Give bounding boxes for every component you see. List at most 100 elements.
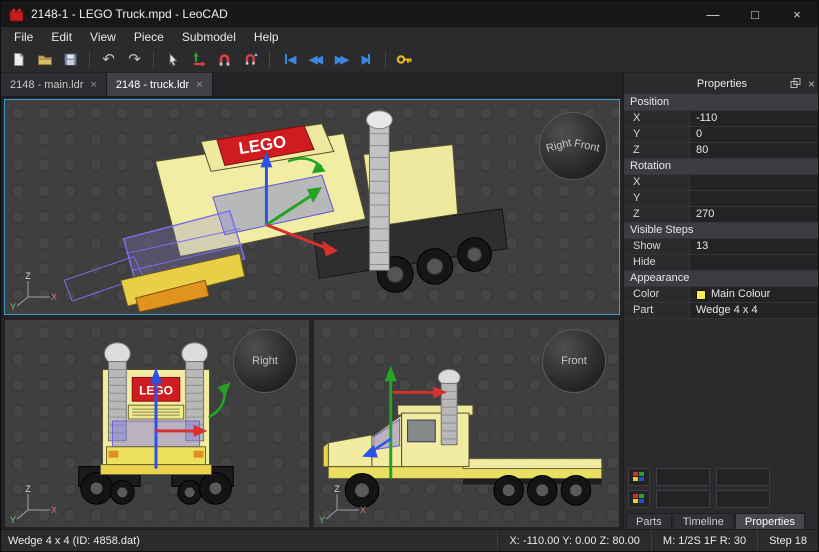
maximize-button[interactable]: □ (734, 1, 776, 27)
previous-step-button[interactable]: ◀◀ (302, 48, 327, 71)
prop-label: Y (624, 191, 690, 206)
quick-buttons-row (624, 488, 819, 510)
axis-y-label: Y (10, 515, 16, 524)
show-step-field[interactable]: 13 (690, 239, 819, 254)
view-cube-bottom-left[interactable]: Right (233, 329, 297, 393)
quick-button[interactable] (716, 468, 770, 486)
close-panel-icon[interactable]: × (808, 77, 815, 91)
position-y-field[interactable]: 0 (690, 127, 819, 142)
leocad-app-icon (9, 7, 24, 22)
rotation-y-field[interactable] (690, 191, 819, 206)
menu-view[interactable]: View (81, 29, 125, 45)
position-z-field[interactable]: 80 (690, 143, 819, 158)
prop-value: Main Colour (711, 287, 770, 302)
undock-panel-icon[interactable] (790, 78, 801, 89)
viewport-bottom-right[interactable]: Front Z X Y (313, 319, 620, 528)
status-step: Step 18 (757, 530, 818, 551)
property-row: Part Wedge 4 x 4 (624, 303, 819, 319)
properties-panel-header: Properties × (624, 73, 819, 94)
first-step-button[interactable]: ◀ (276, 48, 301, 71)
move-snap-icon (191, 52, 206, 67)
next-step-button[interactable]: ▶▶ (328, 48, 353, 71)
menu-piece[interactable]: Piece (125, 29, 173, 45)
step-last-icon: ▶ (362, 53, 367, 66)
select-tool-button[interactable] (160, 48, 185, 71)
color-field[interactable]: Main Colour (690, 287, 819, 302)
axis-indicator: Z X Y (10, 484, 58, 524)
color-swatch (696, 290, 706, 300)
axis-z-label: Z (25, 484, 31, 494)
lock-key-button[interactable] (392, 48, 417, 71)
prop-label: Z (624, 143, 690, 158)
viewport-bottom-left[interactable]: LEGO Right Z (4, 319, 310, 528)
tab-close-icon[interactable]: × (196, 79, 202, 91)
step-first-icon: ◀ (288, 53, 293, 66)
color-palette-button[interactable] (628, 468, 650, 486)
quick-button[interactable] (656, 468, 710, 486)
rotation-z-field[interactable]: 270 (690, 207, 819, 222)
view-cube-bottom-right[interactable]: Front (542, 329, 606, 393)
tab-truck-ldr[interactable]: 2148 - truck.ldr × (107, 73, 213, 96)
rotation-snap-button[interactable] (238, 48, 263, 71)
prop-value: -110 (696, 111, 717, 126)
toolbar-separator (153, 51, 154, 68)
property-row: Z 270 (624, 207, 819, 223)
view-cube-main[interactable]: Right Front (539, 112, 607, 180)
magnet-rotation-icon (243, 52, 258, 67)
hide-step-field[interactable] (690, 255, 819, 270)
new-file-icon (11, 52, 26, 67)
quick-button[interactable] (716, 490, 770, 508)
toolbar-separator (89, 51, 90, 68)
statusbar: Wedge 4 x 4 (ID: 4858.dat) X: -110.00 Y:… (1, 529, 818, 551)
open-file-button[interactable] (32, 48, 57, 71)
last-step-button[interactable]: ▶ (354, 48, 379, 71)
section-position: Position (624, 95, 819, 111)
menu-help[interactable]: Help (245, 29, 288, 45)
prop-value: 80 (696, 143, 708, 158)
tab-label: 2148 - truck.ldr (116, 79, 189, 91)
prop-value: 13 (696, 239, 708, 254)
rotation-x-field[interactable] (690, 175, 819, 190)
panel-title: Properties (697, 78, 747, 90)
axis-indicator: Z X Y (10, 271, 58, 311)
palette-icon (633, 494, 645, 504)
axis-y-label: Y (10, 302, 16, 311)
menu-file[interactable]: File (5, 29, 42, 45)
properties-table: Position X -110 Y 0 Z 80 Rotation X Y (624, 94, 819, 319)
tab-main-ldr[interactable]: 2148 - main.ldr × (1, 73, 107, 96)
save-file-button[interactable] (58, 48, 83, 71)
axis-x-label: X (360, 505, 366, 515)
document-tabbar: 2148 - main.ldr × 2148 - truck.ldr × (1, 73, 623, 97)
close-button[interactable]: × (776, 1, 818, 27)
key-icon (396, 52, 413, 67)
toolbar-separator (385, 51, 386, 68)
new-file-button[interactable] (6, 48, 31, 71)
angle-snap-button[interactable] (212, 48, 237, 71)
minimize-button[interactable]: — (692, 1, 734, 27)
view-cube-face-right: Right (545, 137, 573, 155)
menu-edit[interactable]: Edit (42, 29, 81, 45)
status-coordinates: X: -110.00 Y: 0.00 Z: 80.00 (497, 530, 650, 551)
property-row: X -110 (624, 111, 819, 127)
menu-submodel[interactable]: Submodel (173, 29, 245, 45)
truck-3d-scene: LEGO (5, 100, 619, 314)
viewport-main-3d[interactable]: LEGO Right (4, 99, 620, 315)
magnet-icon (217, 52, 232, 67)
tab-close-icon[interactable]: × (90, 79, 96, 91)
axis-x-label: X (51, 505, 57, 515)
undo-button[interactable]: ↶ (96, 48, 121, 71)
position-x-field[interactable]: -110 (690, 111, 819, 126)
palette-icon (633, 472, 645, 482)
redo-button[interactable]: ↷ (122, 48, 147, 71)
axis-z-label: Z (25, 271, 31, 281)
part-field[interactable]: Wedge 4 x 4 (690, 303, 819, 318)
quick-button[interactable] (656, 490, 710, 508)
move-snap-button[interactable] (186, 48, 211, 71)
property-row: Y 0 (624, 127, 819, 143)
bar-icon (368, 54, 370, 64)
step-next-icon: ▶ (341, 53, 346, 66)
color-palette-button[interactable] (628, 490, 650, 508)
axis-y-label: Y (319, 515, 325, 524)
prop-value: 270 (696, 207, 714, 222)
section-rotation: Rotation (624, 159, 819, 175)
